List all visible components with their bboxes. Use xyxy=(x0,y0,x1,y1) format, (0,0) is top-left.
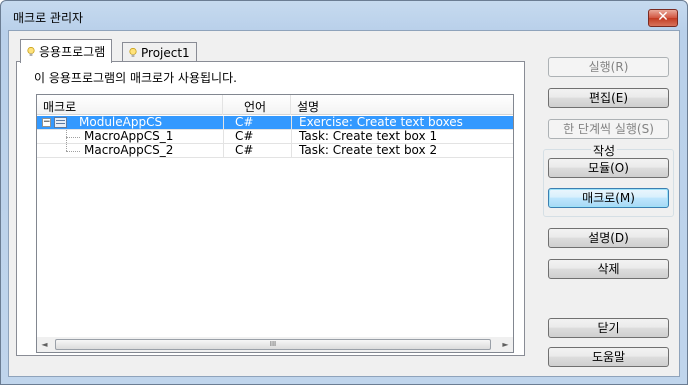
help-button[interactable]: 도움말 xyxy=(548,347,669,367)
macro-description: Exercise: Create text boxes xyxy=(299,115,463,129)
lightbulb-icon xyxy=(27,47,35,56)
macro-list[interactable]: 매크로 언어 설명 − ModuleAppCS C# Exercise: Cre… xyxy=(36,94,514,353)
list-item-moduleappcs[interactable]: − ModuleAppCS C# Exercise: Create text b… xyxy=(37,116,513,130)
module-button[interactable]: 모듈(O) xyxy=(548,158,669,178)
column-divider xyxy=(291,116,292,158)
macro-description: Task: Create text box 2 xyxy=(299,143,438,157)
macro-button[interactable]: 매크로(M) xyxy=(548,188,669,208)
create-group-label: 작성 xyxy=(591,142,618,159)
list-item-macroappcs-2[interactable]: MacroAppCS_2 C# Task: Create text box 2 xyxy=(37,137,513,158)
macro-name: ModuleAppCS xyxy=(79,115,163,129)
horizontal-scrollbar[interactable]: ◄ III ► xyxy=(37,337,513,352)
tab-label: Project1 xyxy=(141,46,190,60)
list-item-macroappcs-1[interactable]: MacroAppCS_1 C# Task: Create text box 1 xyxy=(37,129,513,144)
run-button[interactable]: 실행(R) xyxy=(548,57,669,77)
column-header-description[interactable]: 설명 xyxy=(291,95,513,115)
column-header-language[interactable]: 언어 xyxy=(223,95,291,115)
macro-name: MacroAppCS_2 xyxy=(84,143,174,157)
column-divider xyxy=(223,116,224,158)
description-button[interactable]: 설명(D) xyxy=(548,228,669,248)
tree-connector xyxy=(66,129,67,137)
macro-language: C# xyxy=(235,129,254,143)
macro-name: MacroAppCS_1 xyxy=(84,129,174,143)
scrollbar-thumb[interactable]: III xyxy=(55,339,491,350)
panel-description: 이 응용프로그램의 매크로가 사용됩니다. xyxy=(34,71,237,85)
lightbulb-icon xyxy=(129,48,137,57)
tree-connector xyxy=(66,137,80,138)
step-into-button[interactable]: 한 단계씩 실행(S) xyxy=(548,119,669,139)
tree-connector xyxy=(66,137,67,151)
row-divider xyxy=(37,143,513,144)
edit-button[interactable]: 편집(E) xyxy=(548,88,669,108)
tab-project1[interactable]: Project1 xyxy=(122,42,197,62)
scroll-left-arrow-icon[interactable]: ◄ xyxy=(37,337,52,352)
tab-label: 응용프로그램 xyxy=(39,45,106,59)
close-button[interactable]: 닫기 xyxy=(548,318,669,338)
row-divider xyxy=(37,157,513,158)
close-window-button[interactable]: ✕ xyxy=(648,9,678,27)
macro-language: C# xyxy=(235,143,254,157)
delete-button[interactable]: 삭제 xyxy=(548,259,669,279)
list-header: 매크로 언어 설명 xyxy=(37,95,513,115)
column-header-macro[interactable]: 매크로 xyxy=(37,95,223,115)
collapse-toggle[interactable]: − xyxy=(42,118,51,127)
tree-connector xyxy=(66,151,80,152)
title-bar[interactable]: 매크로 관리자 ✕ xyxy=(1,1,687,31)
scroll-right-arrow-icon[interactable]: ► xyxy=(498,337,513,352)
macro-language: C# xyxy=(235,115,254,129)
macro-description: Task: Create text box 1 xyxy=(299,129,438,143)
tab-application[interactable]: 응용프로그램 xyxy=(20,39,113,63)
row-divider xyxy=(37,129,513,130)
module-icon xyxy=(54,117,67,128)
window-title: 매크로 관리자 xyxy=(13,11,84,25)
